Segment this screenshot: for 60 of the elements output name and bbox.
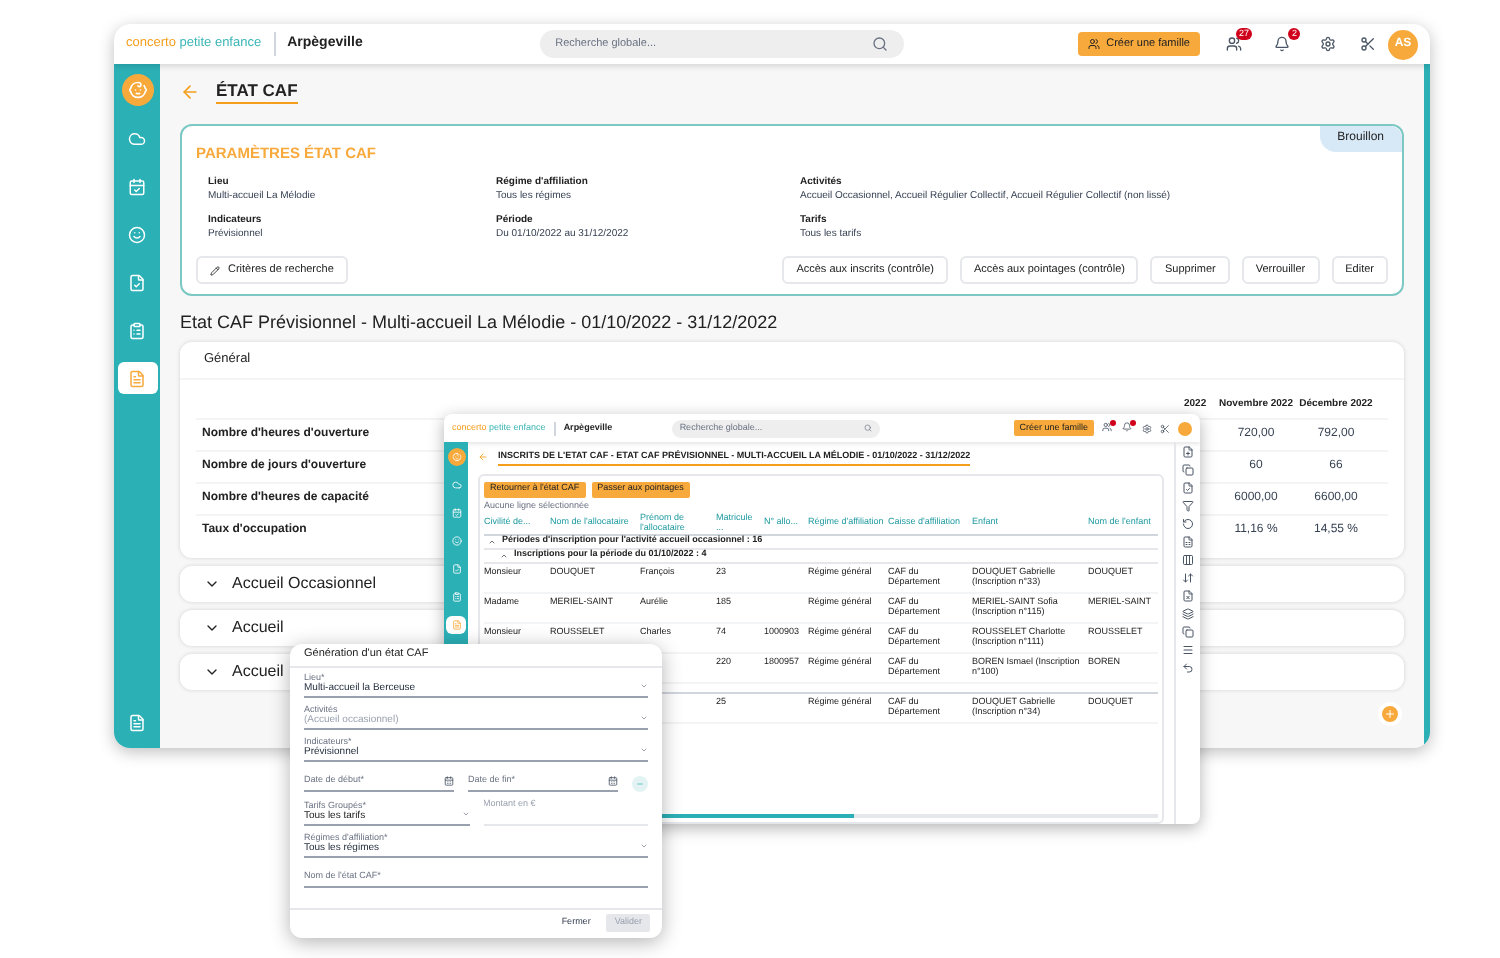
calendar-icon xyxy=(128,177,146,195)
chevron-down-icon xyxy=(204,620,220,636)
clipboard-icon xyxy=(128,321,146,339)
chevron-down-icon xyxy=(204,576,220,592)
toolbar-icon[interactable] xyxy=(1182,482,1194,494)
document-check-icon xyxy=(128,273,146,291)
calendar-icon[interactable] xyxy=(444,776,454,787)
plus-icon xyxy=(1384,708,1396,720)
users-icon xyxy=(1088,38,1101,50)
toolbar-icon[interactable] xyxy=(1182,554,1194,566)
back-arrow-icon[interactable] xyxy=(478,452,488,463)
settings-icon[interactable] xyxy=(1320,36,1336,52)
toolbar-icon[interactable] xyxy=(1182,536,1194,548)
logo-icon[interactable] xyxy=(447,448,465,466)
toolbar-icon[interactable] xyxy=(1182,608,1194,620)
tools-icon[interactable] xyxy=(1160,423,1170,433)
document-icon xyxy=(128,369,146,387)
users-icon xyxy=(1226,36,1242,52)
document-icon xyxy=(451,620,461,630)
user-avatar[interactable] xyxy=(1178,421,1192,435)
logo-icon[interactable] xyxy=(121,74,153,106)
toolbar-icon[interactable] xyxy=(1182,446,1194,458)
pencil-icon xyxy=(210,265,220,276)
sidebar-item[interactable] xyxy=(446,476,466,494)
page-title: ÉTAT CAF xyxy=(216,80,298,104)
bell-icon xyxy=(1274,36,1290,52)
sidebar-item[interactable] xyxy=(446,532,466,550)
smiley-icon xyxy=(451,536,461,546)
toolbar-icon[interactable] xyxy=(1182,518,1194,530)
chevron-down-icon xyxy=(204,664,220,680)
sidebar-item[interactable] xyxy=(446,616,466,634)
calendar-icon[interactable] xyxy=(608,776,618,787)
search-icon xyxy=(863,424,872,432)
minus-icon xyxy=(636,780,644,788)
help-button[interactable] xyxy=(1378,702,1402,726)
notification-icon[interactable] xyxy=(1102,422,1114,434)
toolbar-icon[interactable] xyxy=(1182,644,1194,656)
toolbar-icon[interactable] xyxy=(1182,500,1194,512)
toolbar-icon[interactable] xyxy=(1182,572,1194,584)
cloud-icon xyxy=(451,480,461,490)
tools-icon[interactable] xyxy=(1360,36,1376,52)
section-title: Accueil Occasionnel xyxy=(232,572,377,596)
document-check-icon xyxy=(451,564,461,574)
toolbar-icon[interactable] xyxy=(1182,464,1194,476)
toolbar-icon[interactable] xyxy=(1182,590,1194,602)
search-icon xyxy=(871,36,888,52)
section-title: Accueil xyxy=(232,616,284,640)
cloud-icon xyxy=(128,129,146,147)
toolbar-icon[interactable] xyxy=(1182,662,1194,674)
settings-icon[interactable] xyxy=(1142,423,1152,433)
sidebar-item[interactable] xyxy=(117,362,157,394)
back-arrow-icon[interactable] xyxy=(180,82,200,102)
clipboard-icon xyxy=(451,592,461,602)
report-heading: Etat CAF Prévisionnel - Multi-accueil La Mélodie - 01/10/2022 - 31/12/2022 xyxy=(180,310,780,335)
document-icon[interactable] xyxy=(128,714,146,732)
notification-icon[interactable] xyxy=(1122,422,1134,434)
smiley-icon xyxy=(128,225,146,243)
section-title: Accueil xyxy=(232,660,284,684)
toolbar-icon[interactable] xyxy=(1182,626,1194,638)
calendar-icon xyxy=(451,508,461,518)
